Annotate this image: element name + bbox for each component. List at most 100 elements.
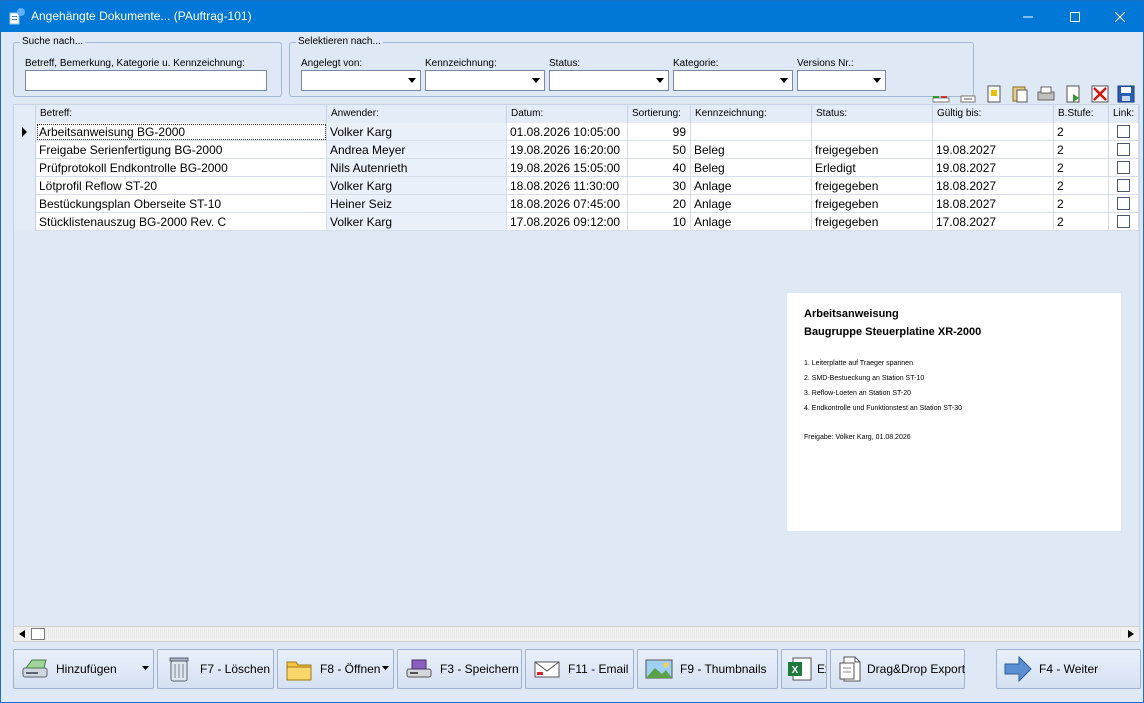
- status-select[interactable]: [549, 70, 669, 91]
- cell-kennzeichnung[interactable]: Beleg: [691, 141, 812, 159]
- cell-kennzeichnung[interactable]: [691, 123, 812, 141]
- version-select[interactable]: [797, 70, 886, 91]
- column-header-betreff[interactable]: Betreff:: [36, 105, 327, 123]
- minimize-button[interactable]: [1005, 1, 1051, 32]
- cell-betreff[interactable]: Freigabe Serienfertigung BG-2000: [36, 141, 327, 159]
- column-header-gueltig[interactable]: Gültig bis:: [933, 105, 1054, 123]
- table-row[interactable]: Stücklistenauszug BG-2000 Rev. C Volker …: [14, 213, 1139, 231]
- cell-anwender[interactable]: Volker Karg: [327, 213, 507, 231]
- close-button[interactable]: [1097, 1, 1143, 32]
- cell-sortierung[interactable]: 30: [628, 177, 691, 195]
- cell-status[interactable]: [812, 123, 933, 141]
- next-button[interactable]: F4 - Weiter: [996, 649, 1141, 689]
- cell-datum[interactable]: 18.08.2026 07:45:00: [507, 195, 628, 213]
- cell-status[interactable]: freigegeben: [812, 213, 933, 231]
- table-row[interactable]: Lötprofil Reflow ST-20 Volker Karg 18.08…: [14, 177, 1139, 195]
- cell-bstufe[interactable]: 2: [1054, 159, 1109, 177]
- cell-status[interactable]: freigegeben: [812, 177, 933, 195]
- link-checkbox[interactable]: [1117, 197, 1130, 210]
- kennzeichnung-select[interactable]: [425, 70, 545, 91]
- cell-bstufe[interactable]: 2: [1054, 213, 1109, 231]
- cell-gueltig[interactable]: [933, 123, 1054, 141]
- cell-sortierung[interactable]: 40: [628, 159, 691, 177]
- cell-bstufe[interactable]: 2: [1054, 123, 1109, 141]
- horizontal-scrollbar[interactable]: [13, 626, 1140, 642]
- cell-status[interactable]: freigegeben: [812, 141, 933, 159]
- excel-export-button[interactable]: X Ex: [781, 649, 827, 689]
- export-document-icon[interactable]: [1063, 84, 1083, 104]
- cell-betreff[interactable]: Stücklistenauszug BG-2000 Rev. C: [36, 213, 327, 231]
- edit-row-icon[interactable]: [958, 84, 978, 104]
- angelegt-select[interactable]: [301, 70, 421, 91]
- cell-betreff[interactable]: Prüfprotokoll Endkontrolle BG-2000: [36, 159, 327, 177]
- delete-icon[interactable]: [1090, 84, 1110, 104]
- cell-sortierung[interactable]: 10: [628, 213, 691, 231]
- cell-gueltig[interactable]: 18.08.2027: [933, 177, 1054, 195]
- scroll-thumb[interactable]: [31, 628, 45, 640]
- cell-anwender[interactable]: Heiner Seiz: [327, 195, 507, 213]
- column-header-bstufe[interactable]: B.Stufe:: [1054, 105, 1109, 123]
- cell-kennzeichnung[interactable]: Anlage: [691, 177, 812, 195]
- cell-kennzeichnung[interactable]: Beleg: [691, 159, 812, 177]
- column-header-link[interactable]: Link:: [1109, 105, 1139, 123]
- table-row[interactable]: Prüfprotokoll Endkontrolle BG-2000 Nils …: [14, 159, 1139, 177]
- column-header-status[interactable]: Status:: [812, 105, 933, 123]
- cell-betreff[interactable]: Arbeitsanweisung BG-2000: [36, 123, 327, 141]
- cell-bstufe[interactable]: 2: [1054, 195, 1109, 213]
- cell-status[interactable]: Erledigt: [812, 159, 933, 177]
- cell-bstufe[interactable]: 2: [1054, 141, 1109, 159]
- scroll-right-button[interactable]: [1123, 627, 1139, 641]
- kategorie-select[interactable]: [673, 70, 793, 91]
- cell-datum[interactable]: 19.08.2026 15:05:00: [507, 159, 628, 177]
- link-checkbox[interactable]: [1117, 179, 1130, 192]
- cell-betreff[interactable]: Bestückungsplan Oberseite ST-10: [36, 195, 327, 213]
- cell-sortierung[interactable]: 20: [628, 195, 691, 213]
- cell-datum[interactable]: 17.08.2026 09:12:00: [507, 213, 628, 231]
- document-preview[interactable]: Arbeitsanweisung Baugruppe Steuerplatine…: [787, 293, 1121, 531]
- search-input[interactable]: [25, 70, 267, 91]
- column-header-sortierung[interactable]: Sortierung:: [628, 105, 691, 123]
- scroll-track[interactable]: [46, 629, 1121, 639]
- add-row-icon[interactable]: [931, 84, 951, 104]
- column-header-kennzeichnung[interactable]: Kennzeichnung:: [691, 105, 812, 123]
- table-row[interactable]: Freigabe Serienfertigung BG-2000 Andrea …: [14, 141, 1139, 159]
- cell-sortierung[interactable]: 99: [628, 123, 691, 141]
- cell-gueltig[interactable]: 19.08.2027: [933, 159, 1054, 177]
- cell-gueltig[interactable]: 17.08.2027: [933, 213, 1054, 231]
- link-checkbox[interactable]: [1117, 143, 1130, 156]
- cell-datum[interactable]: 19.08.2026 16:20:00: [507, 141, 628, 159]
- copy-document-icon[interactable]: [984, 84, 1004, 104]
- delete-button[interactable]: F7 - Löschen: [157, 649, 274, 689]
- cell-gueltig[interactable]: 18.08.2027: [933, 195, 1054, 213]
- link-checkbox[interactable]: [1117, 161, 1130, 174]
- link-checkbox[interactable]: [1117, 215, 1130, 228]
- cell-bstufe[interactable]: 2: [1054, 177, 1109, 195]
- save-icon[interactable]: [1116, 84, 1136, 104]
- cell-datum[interactable]: 01.08.2026 10:05:00: [507, 123, 628, 141]
- cell-kennzeichnung[interactable]: Anlage: [691, 213, 812, 231]
- paste-icon[interactable]: [1010, 84, 1030, 104]
- scroll-left-button[interactable]: [14, 627, 30, 641]
- cell-sortierung[interactable]: 50: [628, 141, 691, 159]
- cell-betreff[interactable]: Lötprofil Reflow ST-20: [36, 177, 327, 195]
- cell-gueltig[interactable]: 19.08.2027: [933, 141, 1054, 159]
- cell-anwender[interactable]: Volker Karg: [327, 123, 507, 141]
- open-button[interactable]: F8 - Öffnen: [277, 649, 394, 689]
- cell-anwender[interactable]: Andrea Meyer: [327, 141, 507, 159]
- email-button[interactable]: F11 - Email: [525, 649, 634, 689]
- add-button[interactable]: Hinzufügen: [13, 649, 154, 689]
- thumbnails-button[interactable]: F9 - Thumbnails: [637, 649, 778, 689]
- dragdrop-export-button[interactable]: Drag&Drop Export: [830, 649, 965, 689]
- cell-kennzeichnung[interactable]: Anlage: [691, 195, 812, 213]
- maximize-button[interactable]: [1052, 1, 1098, 32]
- cell-status[interactable]: freigegeben: [812, 195, 933, 213]
- print-icon[interactable]: [1036, 84, 1056, 104]
- column-header-datum[interactable]: Datum:: [507, 105, 628, 123]
- cell-anwender[interactable]: Nils Autenrieth: [327, 159, 507, 177]
- column-header-anwender[interactable]: Anwender:: [327, 105, 507, 123]
- save-button[interactable]: F3 - Speichern: [397, 649, 522, 689]
- link-checkbox[interactable]: [1117, 125, 1130, 138]
- table-row[interactable]: Arbeitsanweisung BG-2000 Volker Karg 01.…: [14, 123, 1139, 141]
- table-row[interactable]: Bestückungsplan Oberseite ST-10 Heiner S…: [14, 195, 1139, 213]
- cell-anwender[interactable]: Volker Karg: [327, 177, 507, 195]
